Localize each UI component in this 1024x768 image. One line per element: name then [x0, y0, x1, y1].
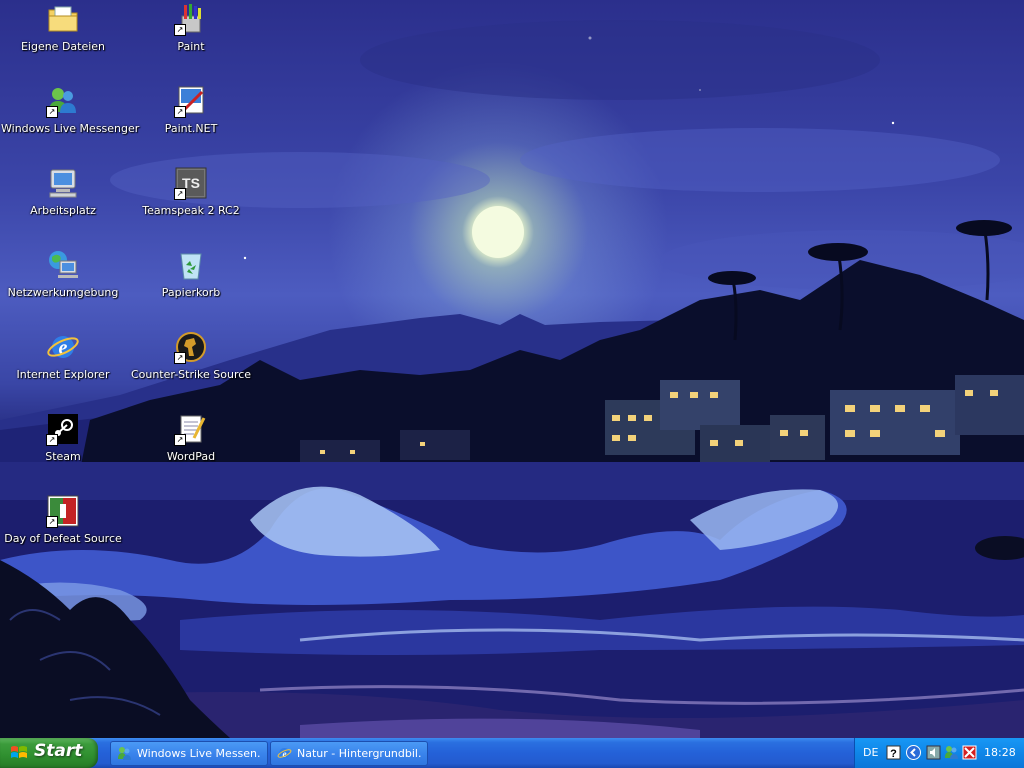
chevron-left-icon[interactable] — [906, 745, 921, 760]
system-tray: DE ? 18:28 — [854, 738, 1024, 768]
my-computer-icon — [46, 166, 80, 200]
paint-net-icon: ↗ — [174, 84, 208, 118]
desktop-icon-wordpad[interactable]: ↗ WordPad — [129, 412, 253, 463]
desktop-icon-steam[interactable]: ↗ Steam — [1, 412, 125, 463]
desktop-icon-teamspeak[interactable]: TS ↗ Teamspeak 2 RC2 — [129, 166, 253, 217]
day-of-defeat-icon: ↗ — [46, 494, 80, 528]
shortcut-arrow-icon: ↗ — [174, 434, 186, 446]
shortcut-arrow-icon: ↗ — [174, 106, 186, 118]
recycle-bin-icon — [174, 248, 208, 282]
desktop-icon-day-of-defeat-source[interactable]: ↗ Day of Defeat Source — [1, 494, 125, 545]
taskbar-button-label: Windows Live Messen... — [137, 747, 261, 760]
desktop-icon-netzwerkumgebung[interactable]: Netzwerkumgebung — [1, 248, 125, 299]
taskbar-button-label: Natur - Hintergrundbil... — [297, 747, 421, 760]
desktop-icon-paint-net[interactable]: ↗ Paint.NET — [129, 84, 253, 135]
shortcut-arrow-icon: ↗ — [174, 188, 186, 200]
help-icon[interactable]: ? — [886, 745, 901, 760]
desktop-icon-papierkorb[interactable]: Papierkorb — [129, 248, 253, 299]
steam-icon: ↗ — [46, 412, 80, 446]
teamspeak-icon: TS ↗ — [174, 166, 208, 200]
paint-icon: ↗ — [174, 2, 208, 36]
shortcut-arrow-icon: ↗ — [46, 516, 58, 528]
messenger-icon: ↗ — [46, 84, 80, 118]
volume-icon[interactable] — [926, 745, 941, 760]
taskbar: Start Windows Live Messen... e Natur - H… — [0, 738, 1024, 768]
desktop-icon-windows-live-messenger[interactable]: ↗ Windows Live Messenger — [1, 84, 139, 135]
language-indicator[interactable]: DE — [863, 746, 878, 759]
messenger-tray-icon[interactable] — [944, 745, 959, 760]
network-icon — [46, 248, 80, 282]
shortcut-arrow-icon: ↗ — [46, 106, 58, 118]
shortcut-arrow-icon: ↗ — [174, 352, 186, 364]
counter-strike-icon: ↗ — [174, 330, 208, 364]
desktop-icon-counter-strike-source[interactable]: ↗ Counter-Strike Source — [129, 330, 253, 381]
taskbar-button-internet-explorer[interactable]: e Natur - Hintergrundbil... — [270, 741, 428, 766]
messenger-icon — [118, 747, 131, 760]
desktop-icon-internet-explorer[interactable]: e Internet Explorer — [1, 330, 125, 381]
shortcut-arrow-icon: ↗ — [174, 24, 186, 36]
start-button[interactable]: Start — [0, 738, 98, 768]
antivirus-icon[interactable] — [962, 745, 977, 760]
svg-text:?: ? — [890, 748, 897, 760]
internet-explorer-icon: e — [277, 748, 292, 759]
desktop[interactable]: Eigene Dateien ↗ Windows Live Messenger … — [0, 0, 1024, 738]
internet-explorer-icon: e — [46, 330, 80, 364]
desktop-icon-arbeitsplatz[interactable]: Arbeitsplatz — [1, 166, 125, 217]
wordpad-icon: ↗ — [174, 412, 208, 446]
folder-documents-icon — [46, 2, 80, 36]
taskbar-button-messenger[interactable]: Windows Live Messen... — [110, 741, 268, 766]
clock[interactable]: 18:28 — [984, 746, 1016, 759]
shortcut-arrow-icon: ↗ — [46, 434, 58, 446]
desktop-icon-eigene-dateien[interactable]: Eigene Dateien — [1, 2, 125, 53]
start-label: Start — [34, 741, 83, 761]
desktop-icon-paint[interactable]: ↗ Paint — [129, 2, 253, 53]
windows-logo-icon — [11, 746, 27, 758]
